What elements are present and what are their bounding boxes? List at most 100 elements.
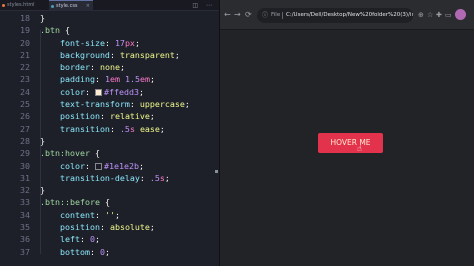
line-number: 30 — [20, 160, 30, 171]
code-line[interactable]: 23 padding: 1em 1.5em; — [0, 73, 219, 85]
code-token: #1e1e2b — [103, 160, 139, 171]
code-token: #ffedd3 — [103, 86, 139, 97]
code-token: ; — [149, 222, 155, 233]
tab-styles-html[interactable]: styles.html — [0, 0, 48, 11]
code-token: { — [59, 25, 70, 36]
zoom-icon[interactable]: ⊕ — [418, 10, 424, 20]
code-text: } — [40, 135, 45, 147]
browser-window: ← → ⟳ ⓘ File C:/Users/Dell/Desktop/New%2… — [219, 0, 474, 266]
code-token: ; — [119, 62, 125, 73]
code-token: uppercase — [139, 99, 185, 110]
code-line[interactable]: 24 color: #ffedd3; — [0, 86, 219, 98]
code-token: ; — [104, 246, 110, 257]
close-icon[interactable]: × — [86, 1, 90, 12]
line-number: 21 — [20, 49, 30, 60]
line-number: 31 — [20, 172, 30, 183]
code-token: ; — [184, 99, 190, 110]
code-token: } — [40, 135, 45, 146]
code-lines[interactable]: 18} 19 .btn {20 font-size: 17px; 21 backgro… — [0, 12, 219, 258]
code-token: none — [99, 62, 120, 73]
code-token: .5 — [119, 123, 130, 134]
bookmark-star-icon[interactable]: ☆ — [427, 10, 433, 20]
code-line[interactable]: 32} — [0, 184, 219, 196]
code-token: : — [84, 86, 95, 97]
code-token: em — [139, 74, 150, 85]
color-swatch[interactable] — [94, 88, 102, 96]
code-text: padding: 1em 1.5em; — [40, 73, 155, 85]
code-line[interactable]: 19 .btn { — [0, 24, 219, 36]
code-editor[interactable]: styles.html style.css × ◫ ⋯ 18} 19 .btn {2… — [0, 0, 219, 266]
code-token: ; — [149, 74, 155, 85]
extensions-icon[interactable]: ✚ — [436, 10, 442, 20]
code-line[interactable]: 27 transition: .5s ease; — [0, 123, 219, 135]
code-token: relative — [109, 111, 150, 122]
code-token: left — [40, 234, 80, 245]
code-line[interactable]: 31 transition-delay: .5s; — [0, 172, 219, 184]
code-line[interactable]: 29 .btn:hover { — [0, 147, 219, 159]
line-number: 26 — [20, 111, 30, 122]
code-token: transparent — [119, 49, 175, 60]
code-line[interactable]: 18} — [0, 12, 219, 24]
reload-icon[interactable]: ⟳ — [245, 10, 252, 20]
code-text: color: #1e1e2b; — [40, 160, 144, 172]
back-icon[interactable]: ← — [224, 10, 231, 20]
code-line[interactable]: 35 position: absolute; — [0, 221, 219, 233]
code-line[interactable]: 28} — [0, 135, 219, 147]
forward-icon[interactable]: → — [234, 10, 241, 20]
code-token: : — [109, 123, 120, 134]
address-bar[interactable]: ⓘ File C:/Users/Dell/Desktop/New%20folde… — [257, 8, 413, 23]
color-swatch[interactable] — [94, 162, 102, 170]
code-token: background — [40, 49, 110, 60]
code-line[interactable]: 30 color: #1e1e2b; — [0, 160, 219, 172]
info-icon[interactable]: ⓘ — [262, 8, 268, 23]
editor-actions[interactable]: ◫ ⋯ — [192, 0, 215, 11]
code-line[interactable]: 36 left: 0; — [0, 233, 219, 245]
code-text: color: #ffedd3; — [40, 86, 144, 98]
tab-label: styles.html — [7, 2, 35, 8]
code-token: ; — [138, 160, 144, 171]
code-line[interactable]: 26 position: relative; — [0, 110, 219, 122]
profile-avatar[interactable] — [455, 9, 466, 20]
tab-style-css[interactable]: style.css × — [49, 0, 93, 11]
code-token: padding — [40, 74, 95, 85]
code-token: : — [104, 37, 115, 48]
code-line[interactable]: 33 .btn::before { — [0, 196, 219, 208]
code-text: content: ''; — [40, 209, 120, 221]
code-text: text-transform: uppercase; — [40, 98, 190, 110]
code-text: bottom: 0; — [40, 246, 110, 258]
code-token: 1.5 — [124, 74, 140, 85]
code-line[interactable]: 22 border: none; — [0, 61, 219, 73]
code-text: left: 0; — [40, 233, 100, 245]
sidebar-icon[interactable]: ▭ — [445, 10, 452, 20]
code-line[interactable]: 20 font-size: 17px; — [0, 37, 219, 49]
code-text: .btn:hover { — [40, 147, 100, 159]
code-token: : — [89, 62, 100, 73]
code-token: color — [40, 160, 85, 171]
code-token: content — [40, 209, 95, 220]
hover-me-button[interactable]: Hover me — [318, 133, 383, 153]
code-token: ; — [149, 111, 155, 122]
code-line[interactable]: 21 background: transparent; — [0, 49, 219, 61]
code-line[interactable]: 25 text-transform: uppercase; — [0, 98, 219, 110]
line-number: 20 — [20, 37, 30, 48]
code-text: background: transparent; — [40, 49, 180, 61]
code-text: position: relative; — [40, 110, 155, 122]
line-number: 23 — [20, 74, 30, 85]
code-line[interactable]: 37 bottom: 0; — [0, 246, 219, 258]
code-text: .btn { — [40, 24, 70, 36]
code-token: bottom — [40, 246, 90, 257]
address-url[interactable]: C:/Users/Dell/Desktop/New%20folder%20(3)… — [286, 8, 413, 23]
code-line[interactable]: 34 content: ''; — [0, 209, 219, 221]
line-number: 25 — [20, 99, 30, 110]
code-token: em — [109, 74, 120, 85]
address-scheme: File — [271, 12, 281, 18]
code-token: ease — [139, 123, 160, 134]
code-token: : — [94, 74, 105, 85]
line-number: 33 — [20, 197, 30, 208]
code-token: { — [99, 197, 110, 208]
code-token: position — [40, 111, 100, 122]
code-token: : — [94, 209, 105, 220]
line-number: 37 — [20, 246, 30, 257]
code-token: text-transform — [40, 99, 130, 110]
code-token: border — [40, 62, 90, 73]
